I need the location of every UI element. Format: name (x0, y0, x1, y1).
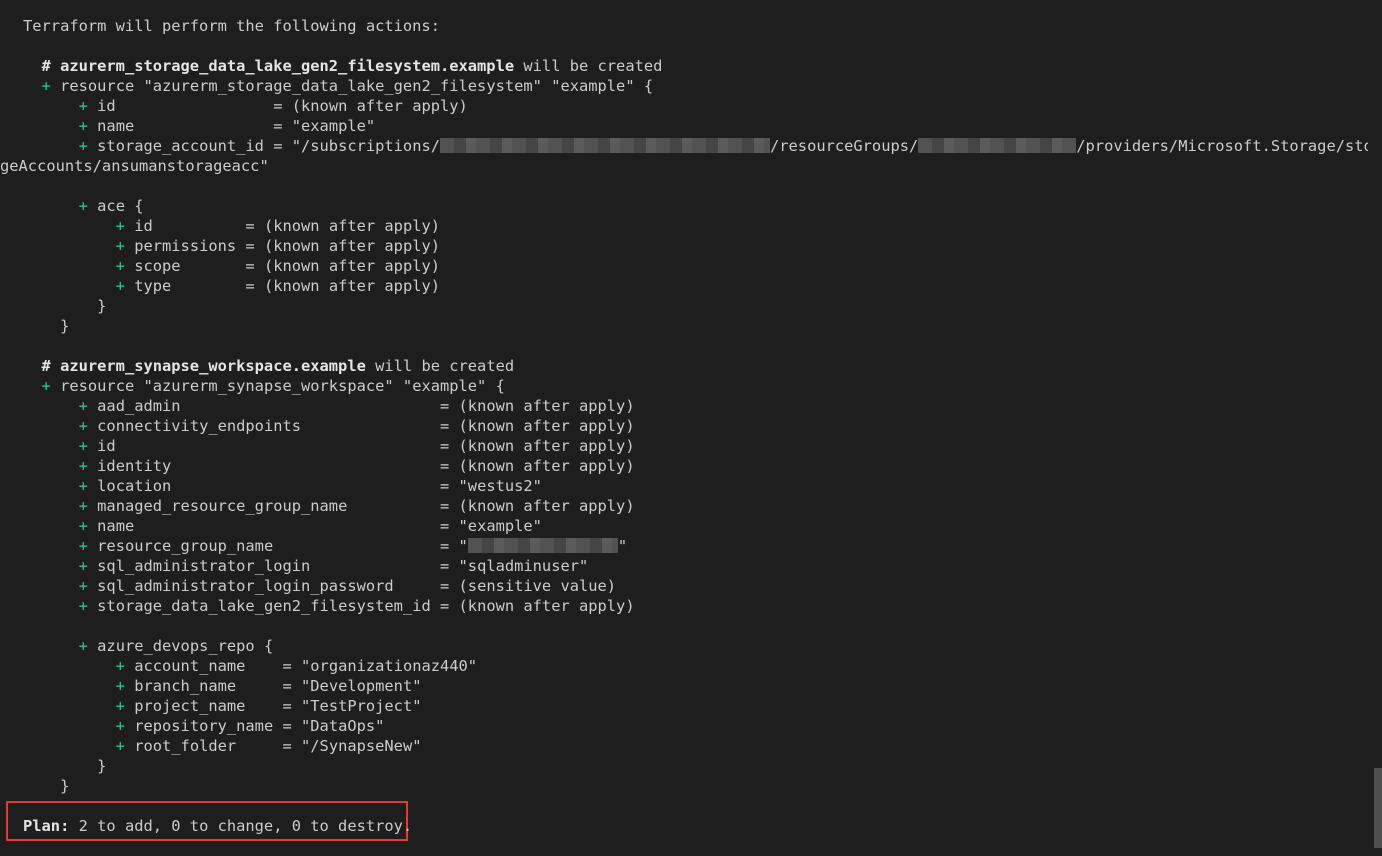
ace-block-open: + ace { (78, 197, 144, 215)
storage-attr-name: + name = "example" (78, 117, 376, 135)
plan-summary: 2 to add, 0 to change, 0 to destroy. (69, 817, 413, 835)
repo-attr-repository-name: + repository_name = "DataOps" (115, 717, 385, 735)
vertical-scrollbar[interactable] (1372, 0, 1382, 856)
repo-attr-account-name: + account_name = "organizationaz440" (115, 657, 478, 675)
plan-label: Plan: (23, 817, 70, 835)
ace-block-close: } (97, 297, 107, 315)
storage-attr-account-id: + storage_account_id = "/subscriptions//… (78, 137, 1368, 155)
storage-resource-name: # azurerm_storage_data_lake_gen2_filesys… (41, 57, 515, 75)
redacted-subscription-id (440, 138, 770, 153)
synapse-attr-connectivity-endpoints: + connectivity_endpoints = (known after … (78, 417, 635, 435)
synapse-resource-name: # azurerm_synapse_workspace.example (41, 357, 366, 375)
synapse-resource-line: + resource "azurerm_synapse_workspace" "… (41, 377, 505, 395)
synapse-block-close: } (60, 777, 70, 795)
synapse-attr-id: + id = (known after apply) (78, 437, 635, 455)
synapse-attr-name: + name = "example" (78, 517, 542, 535)
ace-attr-type: + type = (known after apply) (115, 277, 441, 295)
synapse-attr-resource-group-name: + resource_group_name = " " (78, 537, 628, 555)
repo-attr-root-folder: + root_folder = "/SynapseNew" (115, 737, 422, 755)
redacted-resource-group (918, 138, 1077, 153)
ace-attr-permissions: + permissions = (known after apply) (115, 237, 441, 255)
repo-attr-project-name: + project_name = "TestProject" (115, 697, 422, 715)
repo-block-open: + azure_devops_repo { (78, 637, 274, 655)
header-line: Terraform will perform the following act… (23, 17, 440, 35)
redacted-resource-group-name (467, 538, 618, 553)
synapse-attr-storage-fs-id: + storage_data_lake_gen2_filesystem_id =… (78, 597, 635, 615)
synapse-attr-sql-admin-password: + sql_administrator_login_password = (se… (78, 577, 617, 595)
synapse-attr-managed-rg-name: + managed_resource_group_name = (known a… (78, 497, 635, 515)
storage-block-close: } (60, 317, 70, 335)
storage-attr-account-id-wrap: geAccounts/ansumanstorageacc" (0, 157, 269, 175)
scrollbar-thumb[interactable] (1374, 768, 1382, 848)
synapse-attr-sql-admin-login: + sql_administrator_login = "sqladminuse… (78, 557, 589, 575)
repo-attr-branch-name: + branch_name = "Development" (115, 677, 422, 695)
ace-attr-scope: + scope = (known after apply) (115, 257, 441, 275)
storage-comment-line: # azurerm_storage_data_lake_gen2_filesys… (41, 57, 663, 75)
terminal-output: Terraform will perform the following act… (0, 16, 1368, 796)
synapse-comment-line: # azurerm_synapse_workspace.example will… (41, 357, 515, 375)
synapse-attr-location: + location = "westus2" (78, 477, 542, 495)
repo-block-close: } (97, 757, 107, 775)
storage-attr-id: + id = (known after apply) (78, 97, 468, 115)
synapse-attr-identity: + identity = (known after apply) (78, 457, 635, 475)
plan-summary-line: Plan: 2 to add, 0 to change, 0 to destro… (23, 816, 412, 836)
ace-attr-id: + id = (known after apply) (115, 217, 441, 235)
storage-resource-line: + resource "azurerm_storage_data_lake_ge… (41, 77, 654, 95)
synapse-attr-aad-admin: + aad_admin = (known after apply) (78, 397, 635, 415)
